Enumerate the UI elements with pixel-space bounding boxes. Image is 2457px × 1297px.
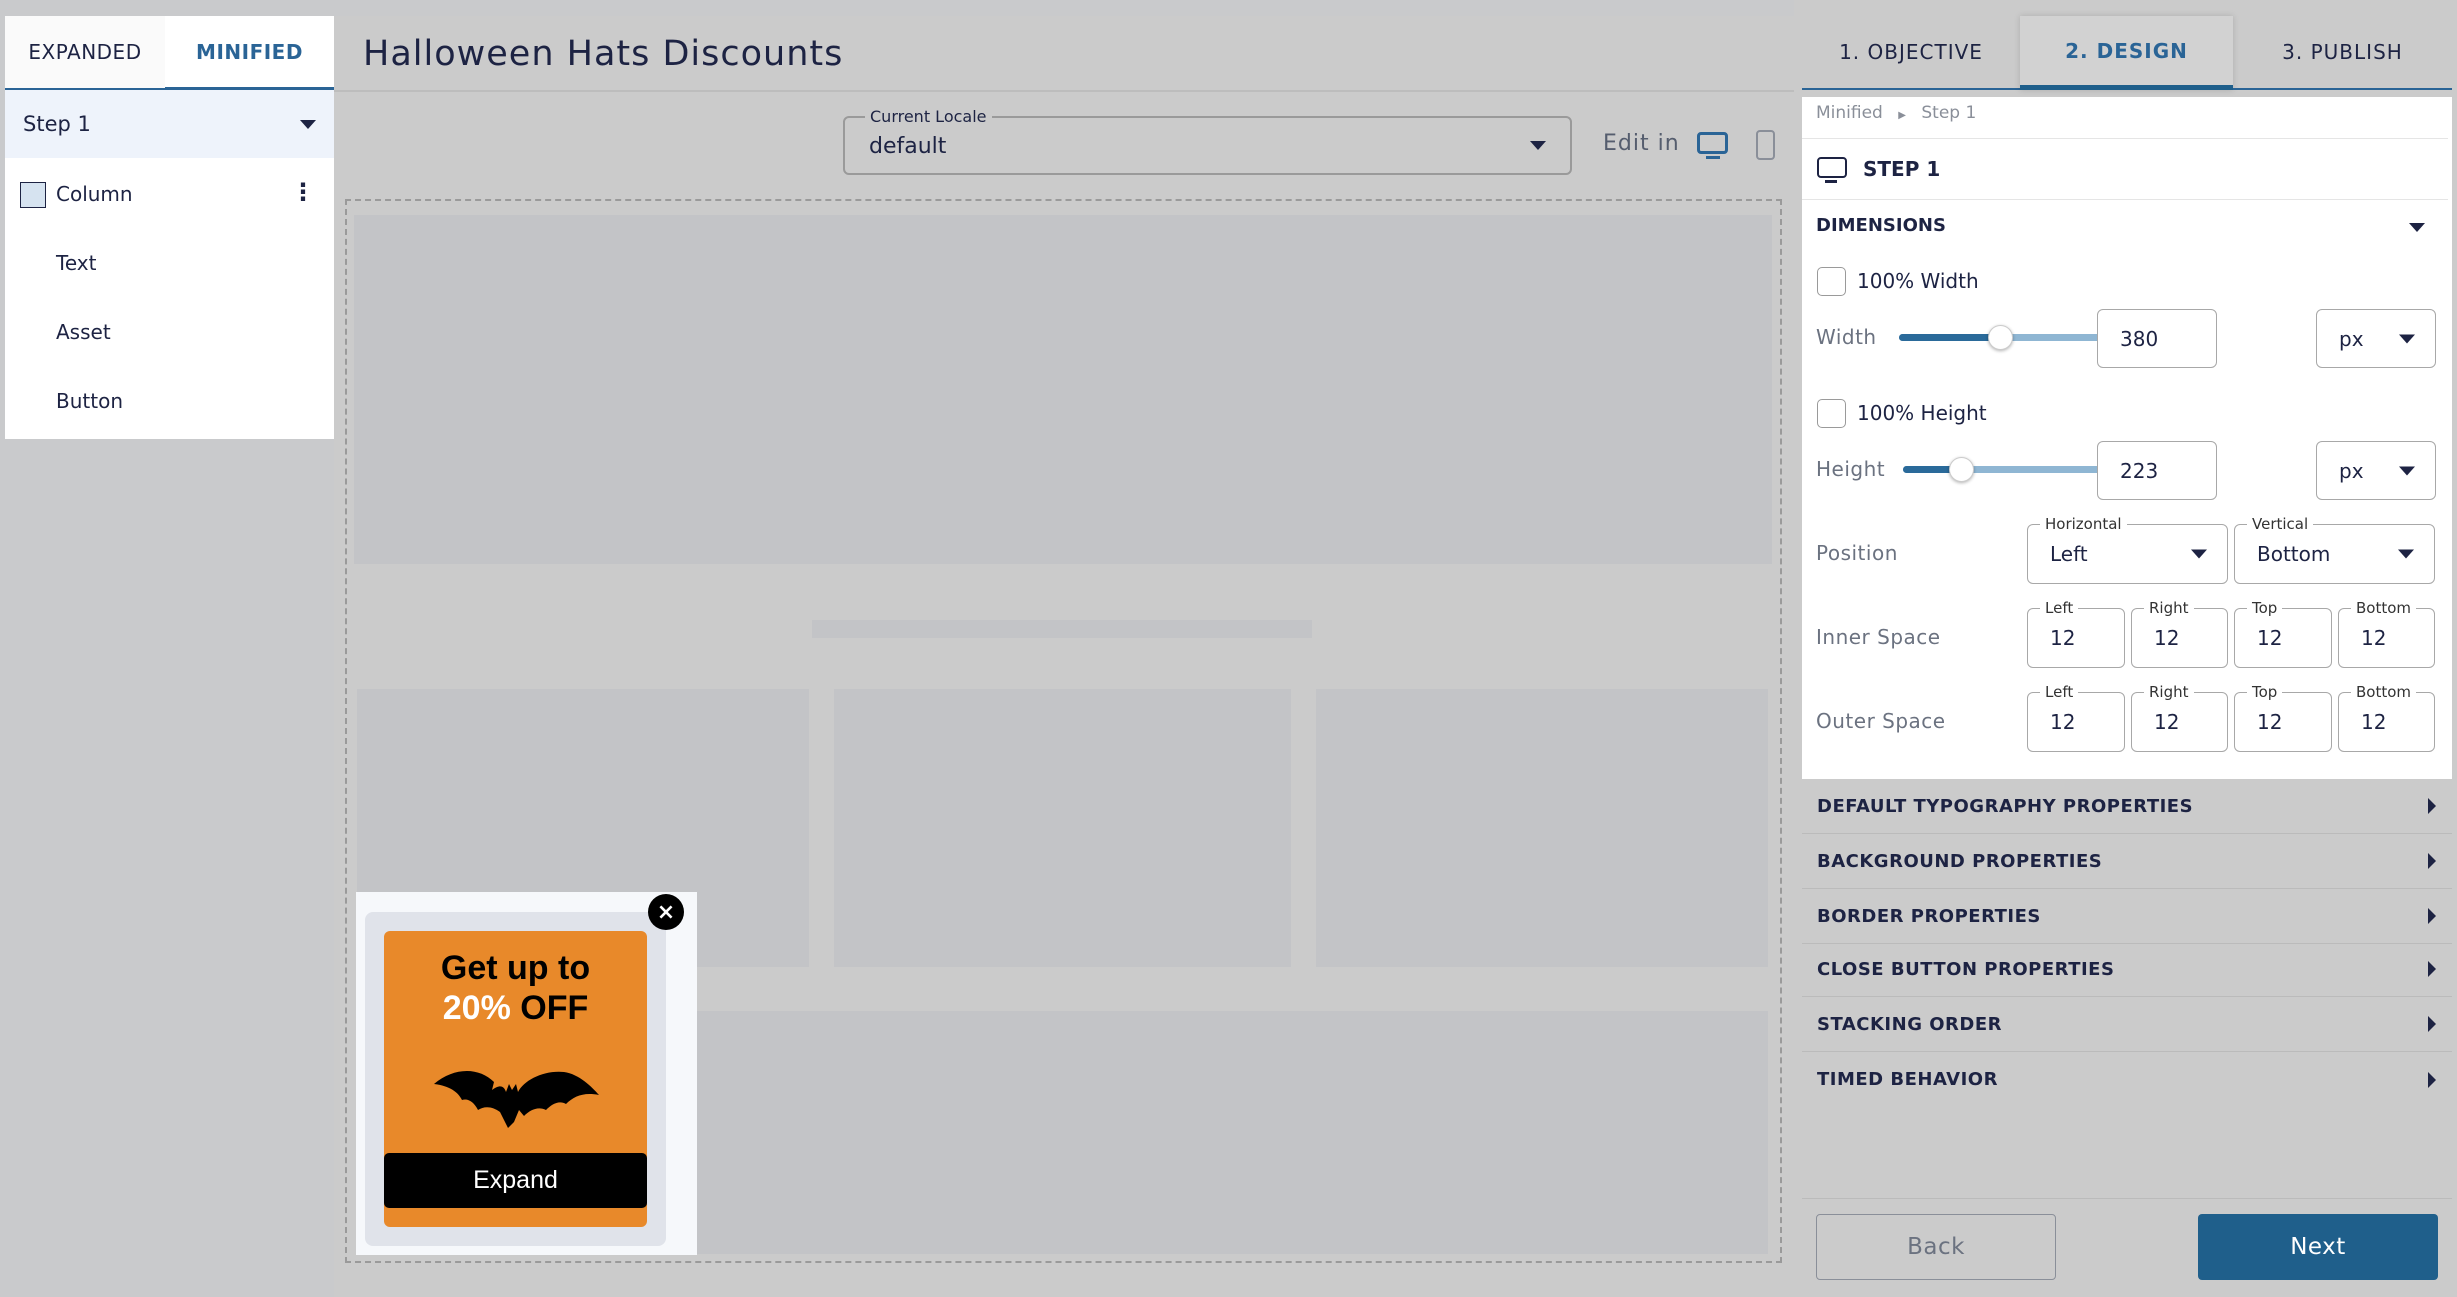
full-width-checkbox[interactable] — [1817, 267, 1846, 296]
tree-item-text[interactable]: Text — [56, 251, 96, 275]
locale-value: default — [869, 134, 947, 159]
width-input[interactable]: 380 — [2097, 309, 2217, 368]
divider — [1802, 138, 2448, 139]
chevron-right-icon — [2428, 1071, 2436, 1088]
width-label: Width — [1816, 325, 1877, 349]
outer-right-input[interactable]: Right 12 — [2131, 683, 2228, 752]
tab-minified[interactable]: MINIFIED — [165, 16, 334, 90]
section-typography[interactable]: DEFAULT TYPOGRAPHY PROPERTIES — [1802, 779, 2452, 834]
element-tree-panel: EXPANDED MINIFIED Step 1 Column ⋮ Text A… — [5, 16, 334, 439]
locale-select[interactable]: Current Locale default — [843, 107, 1572, 175]
full-width-label: 100% Width — [1857, 269, 1979, 293]
next-button[interactable]: Next — [2198, 1214, 2438, 1280]
headline-percent: 20% — [442, 989, 511, 1027]
popup-headline[interactable]: Get up to 20% OFF — [384, 948, 647, 1028]
section-close-button[interactable]: CLOSE BUTTON PROPERTIES — [1802, 942, 2452, 997]
breadcrumb: Minified ▶ Step 1 — [1816, 103, 1976, 123]
expand-button[interactable]: Expand — [384, 1153, 647, 1208]
chevron-right-icon — [2428, 853, 2436, 869]
tab-objective[interactable]: 1. OBJECTIVE — [1802, 16, 2020, 90]
tree-item-column[interactable]: Column — [56, 182, 133, 206]
divider — [334, 90, 1794, 92]
headline-off: OFF — [520, 989, 589, 1027]
section-stacking-order[interactable]: STACKING ORDER — [1802, 997, 2452, 1052]
placeholder-block — [834, 689, 1291, 967]
outer-bottom-input[interactable]: Bottom 12 — [2338, 683, 2435, 752]
section-background[interactable]: BACKGROUND PROPERTIES — [1802, 834, 2452, 889]
outer-top-input[interactable]: Top 12 — [2234, 683, 2332, 752]
position-label: Position — [1816, 541, 1898, 565]
horizontal-select[interactable]: Horizontal Left — [2027, 515, 2228, 584]
placeholder-bar — [812, 620, 1312, 638]
tab-publish[interactable]: 3. PUBLISH — [2233, 16, 2452, 90]
chevron-down-icon — [1530, 141, 1546, 150]
placeholder-block — [1316, 689, 1768, 967]
breadcrumb-minified[interactable]: Minified — [1816, 103, 1883, 123]
chevron-right-icon — [2428, 908, 2436, 924]
edit-in-label: Edit in — [1603, 131, 1680, 156]
tree-item-asset[interactable]: Asset — [56, 320, 111, 344]
divider — [1802, 199, 2448, 200]
inner-bottom-input[interactable]: Bottom 12 — [2338, 599, 2435, 668]
step-title: STEP 1 — [1863, 157, 1941, 181]
height-input[interactable]: 223 — [2097, 441, 2217, 500]
step-selector[interactable]: Step 1 — [5, 90, 334, 158]
more-vertical-icon[interactable]: ⋮ — [291, 178, 315, 206]
inner-top-input[interactable]: Top 12 — [2234, 599, 2332, 668]
breadcrumb-step[interactable]: Step 1 — [1921, 103, 1976, 123]
chevron-down-icon[interactable] — [2409, 223, 2425, 232]
desktop-icon — [1817, 157, 1847, 183]
tree-item-button[interactable]: Button — [56, 389, 123, 413]
chevron-down-icon — [300, 119, 316, 129]
breadcrumb-separator-icon: ▶ — [1898, 110, 1906, 121]
outer-left-input[interactable]: Left 12 — [2027, 683, 2125, 752]
tab-design[interactable]: 2. DESIGN — [2020, 16, 2233, 90]
placeholder-block — [354, 215, 1772, 564]
inner-left-input[interactable]: Left 12 — [2027, 599, 2125, 668]
height-unit-select[interactable]: px — [2316, 441, 2436, 500]
divider — [1802, 1198, 2452, 1199]
page-title: Halloween Hats Discounts — [363, 34, 844, 74]
locale-label: Current Locale — [865, 107, 992, 126]
height-label: Height — [1816, 457, 1886, 481]
full-height-checkbox[interactable] — [1817, 399, 1846, 428]
step-label: Step 1 — [23, 112, 91, 136]
slider-handle[interactable] — [1948, 457, 1974, 482]
tab-expanded[interactable]: EXPANDED — [5, 16, 165, 90]
back-button[interactable]: Back — [1816, 1214, 2056, 1280]
inner-right-input[interactable]: Right 12 — [2131, 599, 2228, 668]
full-height-label: 100% Height — [1857, 401, 1987, 425]
width-unit-select[interactable]: px — [2316, 309, 2436, 368]
vertical-select[interactable]: Vertical Bottom — [2234, 515, 2435, 584]
chevron-right-icon — [2428, 1016, 2436, 1032]
desktop-icon[interactable] — [1697, 132, 1728, 159]
close-icon[interactable]: × — [648, 894, 684, 930]
section-timed-behavior[interactable]: TIMED BEHAVIOR — [1802, 1052, 2452, 1107]
mobile-icon[interactable] — [1756, 130, 1775, 160]
chevron-right-icon — [2428, 961, 2436, 977]
bat-icon — [434, 1070, 599, 1128]
chevron-right-icon — [2428, 798, 2436, 814]
outer-space-label: Outer Space — [1816, 709, 1946, 733]
column-square-icon — [20, 182, 46, 208]
headline-line1: Get up to — [440, 949, 591, 987]
dimensions-heading[interactable]: DIMENSIONS — [1816, 215, 1946, 236]
section-border[interactable]: BORDER PROPERTIES — [1802, 889, 2452, 944]
inner-space-label: Inner Space — [1816, 625, 1941, 649]
